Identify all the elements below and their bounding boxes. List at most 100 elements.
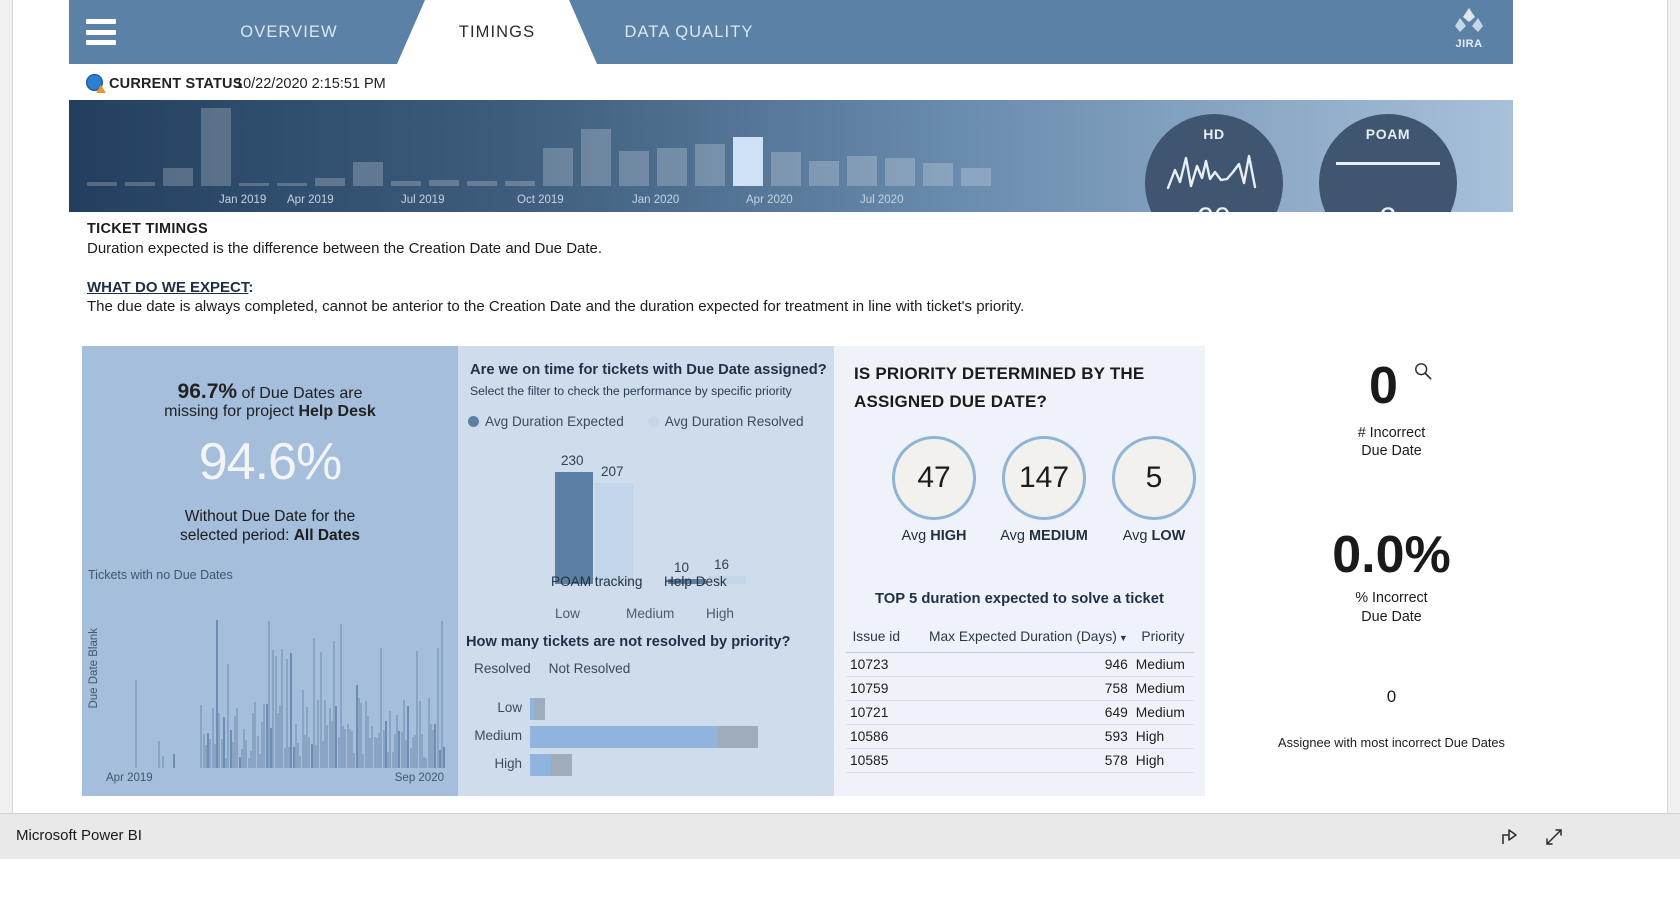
tickets-no-due-dates-caption: Tickets with no Due Dates	[88, 568, 233, 582]
resolution-row-label: High	[494, 756, 522, 771]
due-date-blank-spike-chart[interactable]	[108, 616, 446, 768]
timeline-bar[interactable]	[239, 183, 269, 186]
resolution-bar-segment[interactable]	[717, 726, 758, 748]
tab-data-quality[interactable]: DATA QUALITY	[569, 0, 809, 64]
avg-duration-grouped-bar-chart[interactable]: 230 207 10 16	[458, 452, 834, 584]
timeline-bar[interactable]	[581, 129, 611, 186]
duration-legend: Avg Duration Expected Avg Duration Resol…	[468, 414, 804, 429]
timeline-bar[interactable]	[619, 150, 649, 186]
timeline-bar[interactable]	[163, 168, 193, 186]
tab-timings[interactable]: TIMINGS	[397, 0, 597, 64]
powerbi-brand-label: Microsoft Power BI	[16, 827, 142, 844]
timeline-bar[interactable]	[277, 183, 307, 186]
cell-issue-id: 10723	[846, 652, 907, 677]
legend-dot-avg-duration-resolved	[647, 416, 659, 427]
panel-due-dates-missing: 96.7% of Due Dates are missing for proje…	[82, 346, 458, 796]
table-row[interactable]: 10585 578 High	[846, 748, 1194, 773]
table-row[interactable]: 10759 758 Medium	[846, 676, 1194, 701]
timeline-bar-chart[interactable]	[87, 106, 1047, 186]
top-navigation-bar: OVERVIEW TIMINGS DATA QUALITY JIRA	[69, 0, 1513, 64]
duration-bar-value: 230	[561, 452, 584, 468]
cell-max-expected-duration: 593	[906, 724, 1132, 749]
timeline-bar[interactable]	[885, 158, 915, 186]
resolution-bar-row[interactable]: Low	[497, 698, 758, 720]
timeline-bar[interactable]	[315, 178, 345, 186]
resolution-bar-segment[interactable]	[551, 754, 572, 776]
timeline-bar[interactable]	[809, 160, 839, 186]
timeline-bar[interactable]	[961, 168, 991, 186]
missing-pct-line: 96.7% of Due Dates are	[82, 380, 458, 404]
resolution-bar-row[interactable]: High	[494, 754, 758, 776]
fullscreen-icon[interactable]	[1544, 827, 1564, 847]
spike-bar	[135, 680, 137, 768]
duration-bar[interactable]	[595, 482, 633, 584]
table-row[interactable]: 10721 649 Medium	[846, 700, 1194, 725]
table-row[interactable]: 10723 946 Medium	[846, 652, 1194, 677]
what-do-we-expect-underline: WHAT DO WE EXPECT	[87, 279, 249, 296]
timeline-bar[interactable]	[657, 148, 687, 186]
what-do-we-expect-body: The due date is always completed, cannot…	[87, 298, 1025, 315]
col-issue-id[interactable]: Issue id	[846, 626, 907, 653]
timeline-bar[interactable]	[125, 182, 155, 186]
resolution-bar-segment[interactable]	[530, 726, 718, 748]
duration-bar-value: 16	[714, 557, 730, 573]
priority-filter-high[interactable]: High	[706, 606, 734, 621]
avg-priority-circle-high[interactable]: 47	[892, 436, 976, 520]
timeline-bar[interactable]	[87, 182, 117, 186]
legend-label-resolved: Resolved	[474, 661, 531, 676]
timeline-bar[interactable]	[467, 180, 497, 186]
timeline-bar[interactable]	[695, 144, 725, 186]
spike-bar	[443, 747, 446, 768]
timeline-bar[interactable]	[923, 163, 953, 186]
resolution-bar-segment[interactable]	[535, 698, 545, 720]
timeline-bar[interactable]	[847, 155, 877, 186]
big-pct-no-due-date: 94.6%	[198, 433, 342, 491]
timeline-bar[interactable]	[391, 180, 421, 186]
spike-chart-start-date: Apr 2019	[106, 772, 153, 784]
cell-max-expected-duration: 649	[906, 700, 1132, 725]
timeline-bar[interactable]	[353, 162, 383, 186]
gauge-hd[interactable]: HD 90	[1145, 114, 1283, 212]
missing-project-line: missing for project Help Desk	[82, 403, 458, 421]
top5-header-row: Issue id Max Expected Duration (Days) ▼ P…	[846, 626, 1194, 653]
col-max-expected-duration[interactable]: Max Expected Duration (Days) ▼	[906, 626, 1132, 653]
duration-bar[interactable]	[555, 471, 593, 584]
priority-filter-low[interactable]: Low	[555, 606, 580, 621]
share-icon[interactable]	[1500, 827, 1520, 847]
priority-filter-medium[interactable]: Medium	[626, 606, 674, 621]
timeline-bar[interactable]	[201, 108, 231, 186]
what-do-we-expect-colon: :	[248, 279, 254, 296]
timeline-bar[interactable]	[429, 179, 459, 186]
assignee-incorrect-count: 0	[1386, 687, 1397, 706]
timeline-bar[interactable]	[733, 136, 763, 186]
resolution-bar-row[interactable]: Medium	[474, 726, 758, 748]
tab-overview[interactable]: OVERVIEW	[181, 0, 397, 64]
top5-duration-table[interactable]: Issue id Max Expected Duration (Days) ▼ P…	[846, 626, 1194, 773]
table-row[interactable]: 10586 593 High	[846, 724, 1194, 749]
cell-max-expected-duration: 578	[906, 748, 1132, 773]
spike-bar	[162, 756, 164, 768]
timeline-bar[interactable]	[543, 148, 573, 186]
duration-bar-value: 207	[601, 463, 624, 479]
avg-priority-label: Avg HIGH	[884, 528, 984, 544]
avg-priority-circle-low[interactable]: 5	[1112, 436, 1196, 520]
without-due-date-line1: Without Due Date for the	[184, 508, 356, 525]
duration-category-label: Help Desk	[664, 574, 727, 589]
timeline-axis-label: Jul 2020	[860, 194, 904, 206]
col-priority[interactable]: Priority	[1131, 626, 1194, 653]
priority-question-title: IS PRIORITY DETERMINED BY THE ASSIGNED D…	[854, 364, 1145, 411]
timeline-bar[interactable]	[505, 180, 535, 186]
current-status-row: CURRENT STATUS 10/22/2020 2:15:51 PM	[69, 64, 1513, 100]
tab-timings-label: TIMINGS	[458, 22, 536, 41]
without-due-date-line2: selected period: All Dates	[82, 527, 458, 545]
search-icon[interactable]	[1414, 362, 1432, 380]
duration-category-label: POAM tracking	[551, 574, 643, 589]
timeline-bar[interactable]	[771, 152, 801, 186]
hamburger-icon[interactable]	[86, 19, 116, 45]
duration-bar-value: 10	[674, 560, 690, 576]
cell-max-expected-duration: 946	[906, 652, 1132, 677]
resolution-bar-segment[interactable]	[530, 754, 552, 776]
gauge-poam[interactable]: POAM 2	[1319, 114, 1457, 212]
missing-pct-rest: of Due Dates are	[237, 385, 363, 402]
avg-priority-circle-medium[interactable]: 147	[1002, 436, 1086, 520]
